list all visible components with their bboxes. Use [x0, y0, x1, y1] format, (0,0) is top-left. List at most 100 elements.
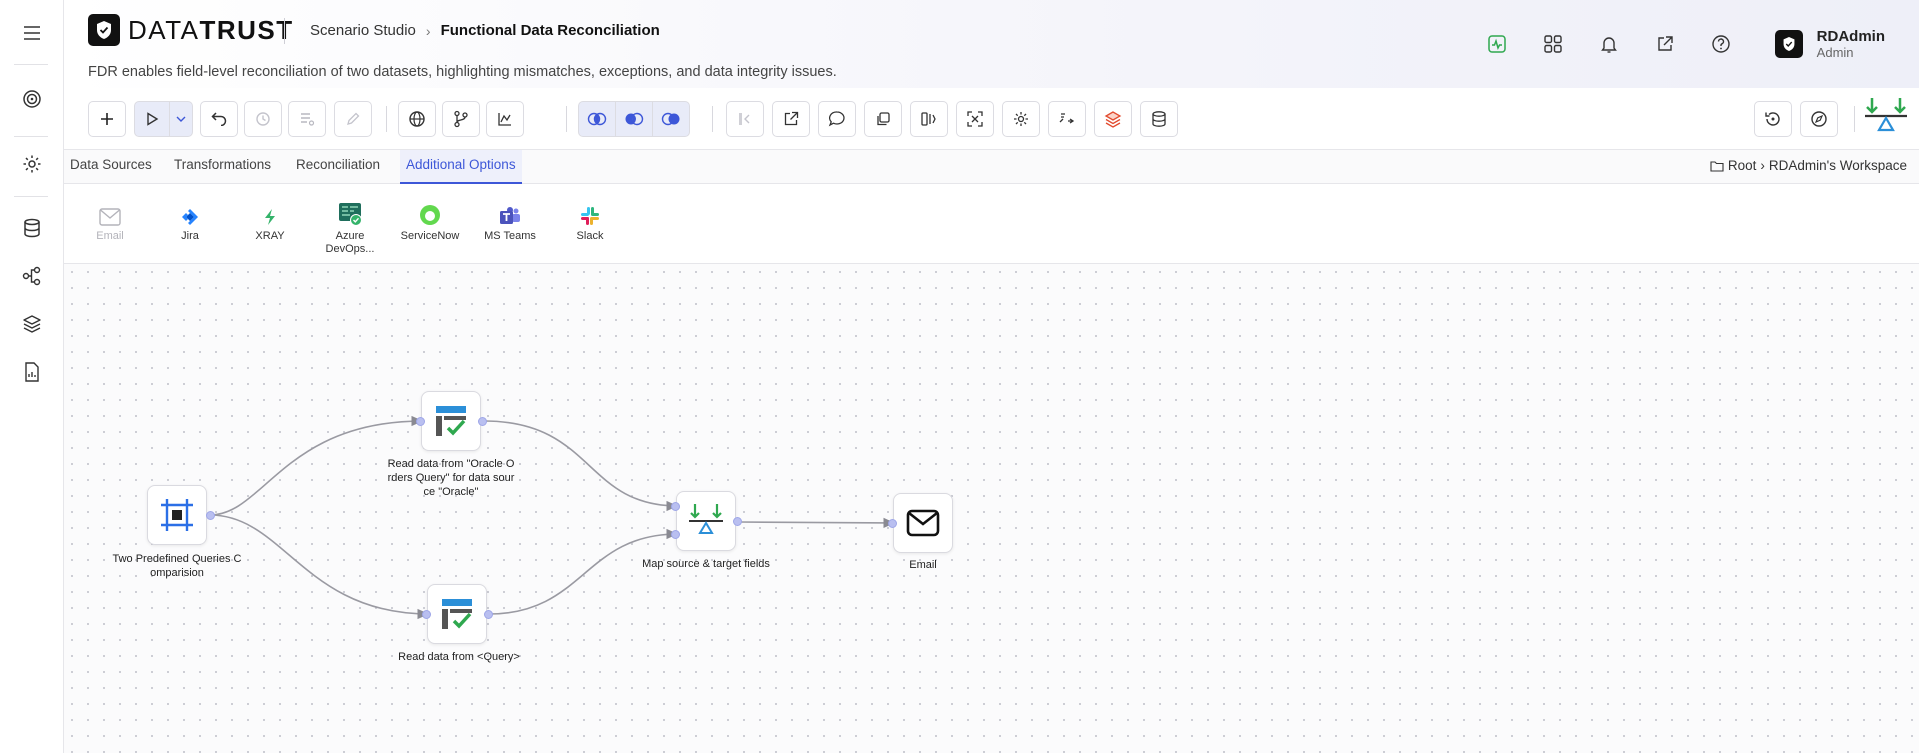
- help-icon[interactable]: [1703, 30, 1739, 58]
- slack-icon: [550, 202, 630, 226]
- node-map-fields[interactable]: [676, 491, 736, 551]
- settings-icon[interactable]: [1002, 101, 1040, 137]
- output-port[interactable]: [484, 610, 493, 619]
- workflow-icon[interactable]: [16, 260, 48, 292]
- avatar: [1774, 30, 1803, 58]
- flow-canvas[interactable]: Two Predefined Queries Comparision Read …: [64, 264, 1919, 753]
- join-left-icon[interactable]: [615, 101, 653, 137]
- run-options-chevron-icon[interactable]: [169, 101, 193, 137]
- workspace-path[interactable]: Root › RDAdmin's Workspace: [1710, 158, 1907, 173]
- node-read-query[interactable]: [427, 584, 487, 644]
- crosshair-frame-icon: [161, 499, 193, 531]
- external-link-icon[interactable]: [1647, 30, 1683, 58]
- palette-item-xray[interactable]: XRAY: [230, 202, 310, 243]
- input-port[interactable]: [888, 519, 897, 528]
- stack-layers-icon[interactable]: [1094, 101, 1132, 137]
- menu-icon[interactable]: [16, 17, 48, 49]
- tab-data-sources[interactable]: Data Sources: [64, 150, 158, 184]
- report-icon[interactable]: [16, 356, 48, 388]
- bell-icon[interactable]: [1591, 30, 1627, 58]
- tab-additional-options[interactable]: Additional Options: [400, 150, 522, 184]
- collapse-panel-icon[interactable]: [726, 101, 764, 137]
- input-port[interactable]: [671, 502, 680, 511]
- user-role: Admin: [1816, 45, 1854, 60]
- toolbar-divider: [566, 106, 567, 132]
- brand-logo[interactable]: DATATRUST: [88, 14, 294, 46]
- input-port[interactable]: [416, 417, 425, 426]
- transform-icon[interactable]: [1048, 101, 1086, 137]
- edge-query-map: [488, 528, 679, 615]
- restore-icon[interactable]: [1754, 101, 1792, 137]
- database-button[interactable]: [1140, 101, 1178, 137]
- palette-label: MS Teams: [484, 230, 536, 242]
- edge-map-email: [738, 517, 896, 529]
- node-label: Read data from <Query>: [398, 651, 520, 663]
- palette-item-jira[interactable]: Jira: [150, 202, 230, 243]
- palette-label: Email: [96, 230, 124, 242]
- list-settings-icon[interactable]: [288, 101, 326, 137]
- page-title: Functional Data Reconciliation: [440, 22, 660, 39]
- layers-icon[interactable]: [16, 308, 48, 340]
- palette-item-email[interactable]: Email: [70, 202, 150, 243]
- join-right-icon[interactable]: [652, 101, 690, 137]
- reconcile-balance-icon[interactable]: [1864, 96, 1908, 140]
- folder-icon: [1710, 160, 1724, 172]
- toolbar-divider: [712, 106, 713, 132]
- edit-icon[interactable]: [334, 101, 372, 137]
- palette-item-servicenow[interactable]: ServiceNow: [390, 202, 470, 243]
- palette-label: ServiceNow: [400, 230, 460, 242]
- path-workspace[interactable]: RDAdmin's Workspace: [1769, 158, 1907, 173]
- palette-label: XRAY: [255, 230, 285, 242]
- database-icon[interactable]: [16, 212, 48, 244]
- output-port[interactable]: [733, 517, 742, 526]
- branch-icon[interactable]: [442, 101, 480, 137]
- node-source[interactable]: [147, 485, 207, 545]
- xray-icon: [230, 202, 310, 226]
- output-port[interactable]: [478, 417, 487, 426]
- tab-reconciliation[interactable]: Reconciliation: [290, 150, 386, 184]
- flow-edges: [209, 415, 896, 620]
- compare-columns-icon[interactable]: [910, 101, 948, 137]
- mail-icon: [70, 202, 150, 226]
- rail-divider: [14, 64, 48, 65]
- palette-item-azure-devops[interactable]: Azure DevOps...: [310, 202, 390, 256]
- scan-icon[interactable]: [956, 101, 994, 137]
- palette-item-ms-teams[interactable]: MS Teams: [470, 202, 550, 243]
- export-icon[interactable]: [772, 101, 810, 137]
- app-header: DATATRUST Scenario Studio › Functional D…: [64, 0, 1919, 88]
- node-label: Two Predefined Queries Comparision: [112, 553, 242, 579]
- input-port[interactable]: [671, 530, 680, 539]
- palette-item-slack[interactable]: Slack: [550, 202, 630, 243]
- globe-icon[interactable]: [398, 101, 436, 137]
- join-inner-icon[interactable]: [578, 101, 616, 137]
- apps-grid-icon[interactable]: [1535, 30, 1571, 58]
- copy-icon[interactable]: [864, 101, 902, 137]
- header-divider: [284, 18, 285, 44]
- shield-icon: [88, 14, 120, 46]
- servicenow-icon: [390, 202, 470, 226]
- rail-divider: [14, 136, 48, 137]
- node-read-oracle[interactable]: [421, 391, 481, 451]
- input-port[interactable]: [422, 610, 431, 619]
- tab-transformations[interactable]: Transformations: [168, 150, 277, 184]
- user-menu[interactable]: RDAdmin Admin: [1774, 28, 1885, 60]
- history-icon[interactable]: [244, 101, 282, 137]
- node-email[interactable]: [893, 493, 953, 553]
- output-port[interactable]: [206, 511, 215, 520]
- breadcrumb-parent[interactable]: Scenario Studio: [310, 22, 416, 39]
- line-chart-icon[interactable]: [486, 101, 524, 137]
- run-button[interactable]: [134, 101, 170, 137]
- comment-icon[interactable]: [818, 101, 856, 137]
- tab-bar: Data Sources Transformations Reconciliat…: [64, 150, 1919, 184]
- toolbar: [64, 88, 1919, 150]
- ms-teams-icon: [470, 202, 550, 226]
- header-actions: [1479, 30, 1739, 58]
- compass-icon[interactable]: [1800, 101, 1838, 137]
- add-button[interactable]: [88, 101, 126, 137]
- path-root[interactable]: Root: [1728, 158, 1757, 173]
- breadcrumb: Scenario Studio › Functional Data Reconc…: [310, 22, 660, 39]
- undo-button[interactable]: [200, 101, 238, 137]
- target-icon[interactable]: [16, 83, 48, 115]
- activity-icon[interactable]: [1479, 30, 1515, 58]
- gear-icon[interactable]: [16, 148, 48, 180]
